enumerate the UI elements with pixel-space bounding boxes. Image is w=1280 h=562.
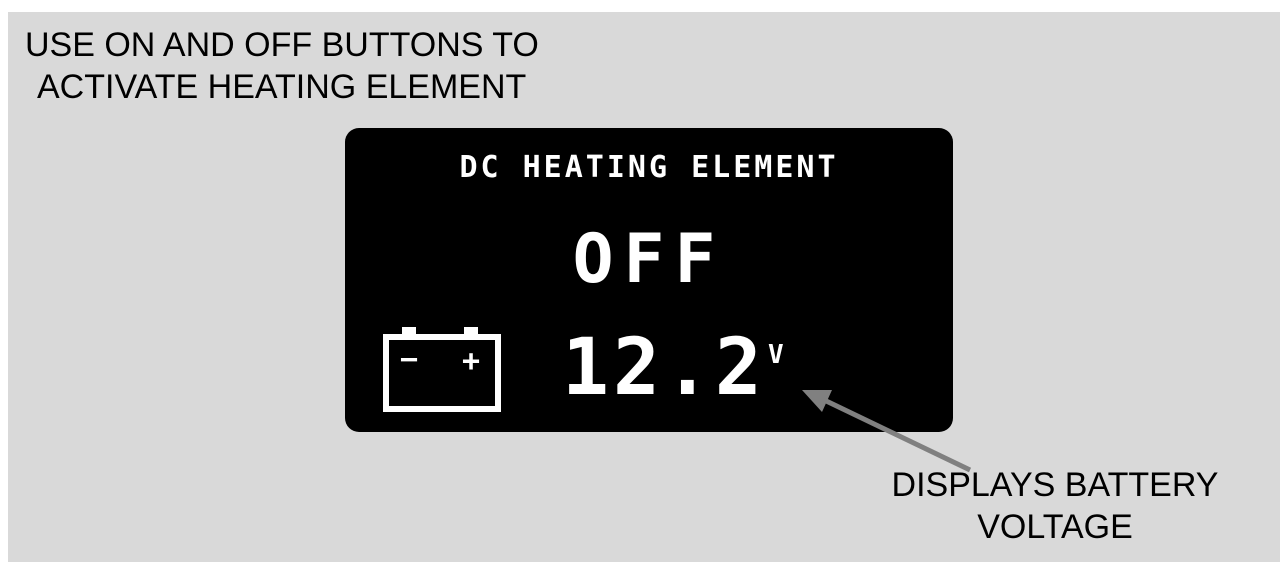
voltage-unit: V <box>768 340 784 370</box>
voltage-callout-text: DISPLAYS BATTERY VOLTAGE <box>840 464 1270 548</box>
battery-plus-sign: + <box>462 344 480 379</box>
callout-line-1: DISPLAYS BATTERY <box>891 466 1219 504</box>
battery-minus-sign: − <box>400 342 418 377</box>
instruction-line-1: USE ON AND OFF BUTTONS TO <box>25 26 539 64</box>
battery-icon: − + <box>383 327 501 412</box>
battery-voltage-value: 12.2 <box>562 323 766 413</box>
callout-line-2: VOLTAGE <box>977 508 1133 546</box>
instruction-text: USE ON AND OFF BUTTONS TO ACTIVATE HEATI… <box>25 24 665 108</box>
heating-state-readout: OFF <box>572 220 726 299</box>
display-title: DC HEATING ELEMENT <box>459 150 839 185</box>
instruction-line-2: ACTIVATE HEATING ELEMENT <box>37 68 527 106</box>
